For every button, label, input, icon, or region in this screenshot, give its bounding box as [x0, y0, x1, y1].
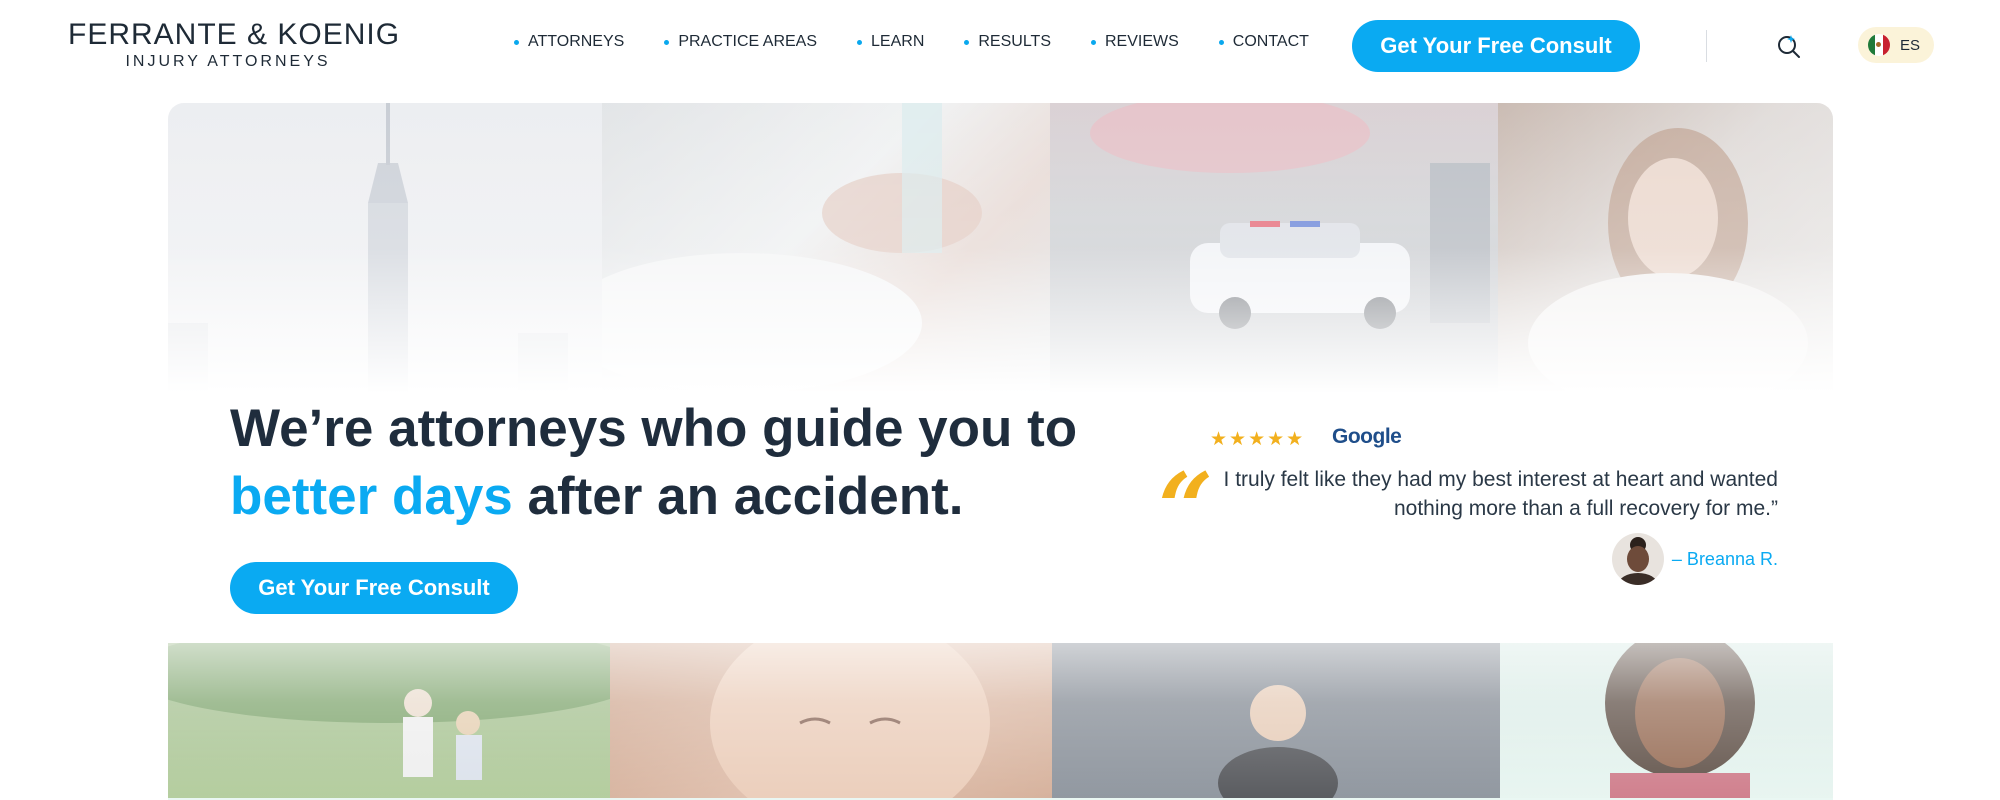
hero-section: We’re attorneys who guide you to better d…: [168, 103, 1833, 800]
headline-text: after an: [512, 467, 734, 526]
language-label: ES: [1900, 36, 1921, 54]
nav-item-attorneys[interactable]: ATTORNEYS: [514, 33, 624, 51]
hero-headline: We’re attorneys who guide you to better d…: [230, 395, 1130, 531]
header-consult-button[interactable]: Get Your Free Consult: [1352, 20, 1640, 72]
header-divider: [1706, 30, 1707, 62]
nav-item-results[interactable]: RESULTS: [964, 33, 1051, 51]
rating-stars: ★★★★★: [1210, 429, 1306, 450]
nav-bullet-icon: [514, 39, 519, 45]
headline-text: We’re: [230, 399, 389, 458]
hero-consult-button[interactable]: Get Your Free Consult: [230, 562, 518, 614]
logo[interactable]: FERRANTE & KOENIG INJURY ATTORNEYS: [68, 18, 401, 72]
headline-bold-attorneys: attorneys: [388, 399, 627, 458]
review-quote: I truly felt like they had my best inter…: [1223, 468, 1778, 520]
nav-item-reviews[interactable]: REVIEWS: [1090, 33, 1179, 51]
nav-item-practice-areas[interactable]: PRACTICE AREAS: [664, 33, 817, 51]
nav-item-label: REVIEWS: [1104, 33, 1179, 50]
top-photo-fade: [168, 103, 1833, 393]
nav-bullet-icon: [1218, 39, 1224, 45]
nav-bullet-icon: [964, 39, 970, 45]
headline-highlight: better days: [230, 467, 513, 526]
search-icon[interactable]: [1776, 33, 1802, 59]
main-nav: ATTORNEYS PRACTICE AREAS LEARN RESULTS R…: [514, 33, 1349, 51]
language-switcher[interactable]: ES: [1858, 27, 1934, 63]
logo-tagline: INJURY ATTORNEYS: [125, 53, 331, 70]
avatar: [1611, 533, 1664, 585]
headline-text: .: [948, 467, 964, 526]
nav-bullet-icon: [1090, 39, 1096, 45]
reviewer-name: – Breanna R.: [1671, 548, 1778, 569]
mexico-flag-icon: [1868, 34, 1890, 56]
nav-item-label: RESULTS: [978, 33, 1051, 50]
nav-bullet-icon: [857, 39, 863, 45]
headline-text: who guide you to: [626, 399, 1078, 458]
site-header: FERRANTE & KOENIG INJURY ATTORNEYS ATTOR…: [0, 0, 2000, 92]
nav-item-label: ATTORNEYS: [528, 33, 625, 50]
nav-bullet-icon: [664, 39, 670, 45]
nav-item-label: PRACTICE AREAS: [678, 33, 818, 50]
nav-item-contact[interactable]: CONTACT: [1218, 33, 1309, 51]
quote-icon: “: [1158, 452, 1214, 565]
nav-item-label: LEARN: [871, 33, 925, 50]
nav-item-learn[interactable]: LEARN: [857, 33, 924, 51]
headline-bold-accident: accident: [733, 467, 949, 526]
bottom-photo-fade: [168, 583, 1833, 800]
google-logo: Google: [1332, 425, 1402, 448]
reviewer: – Breanna R.: [1611, 533, 1778, 585]
logo-firm-name: FERRANTE & KOENIG: [68, 18, 401, 51]
nav-item-label: CONTACT: [1232, 33, 1309, 50]
